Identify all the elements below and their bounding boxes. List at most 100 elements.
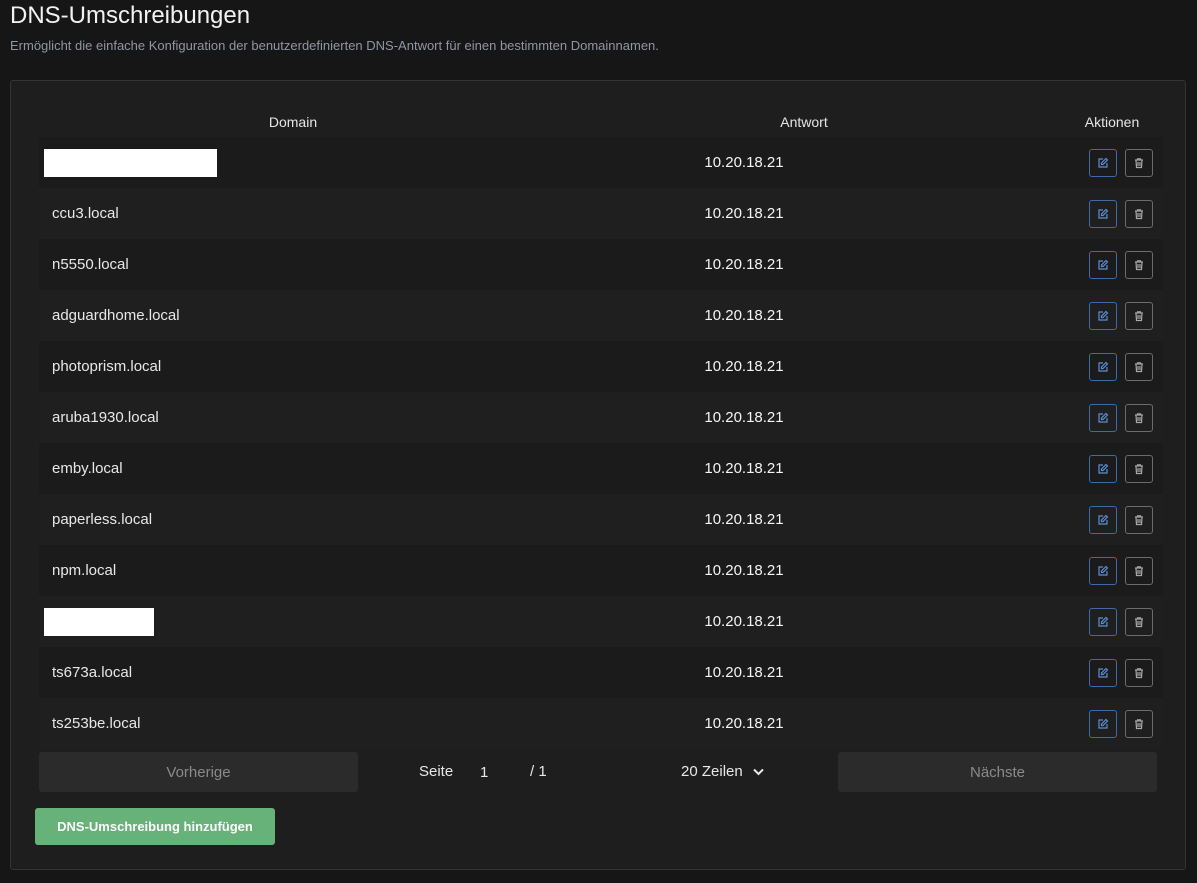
answer-cell: 10.20.18.21	[704, 562, 784, 579]
answer-cell: 10.20.18.21	[704, 715, 784, 732]
edit-button[interactable]	[1089, 607, 1117, 636]
redacted-domain	[44, 607, 154, 636]
actions-cell	[1061, 352, 1163, 381]
answer-cell: 10.20.18.21	[704, 613, 784, 630]
edit-button[interactable]	[1089, 556, 1117, 585]
table-row: 10.20.18.21	[39, 137, 1163, 188]
delete-button[interactable]	[1125, 250, 1153, 279]
delete-button[interactable]	[1125, 454, 1153, 483]
domain-text: adguardhome.local	[52, 307, 180, 324]
page-title: DNS-Umschreibungen	[10, 2, 251, 29]
edit-button[interactable]	[1089, 148, 1117, 177]
actions-cell	[1061, 199, 1163, 228]
actions-cell	[1061, 658, 1163, 687]
trash-icon	[1135, 412, 1143, 423]
actions-cell	[1061, 709, 1163, 738]
table-row: paperless.local 10.20.18.21	[39, 494, 1163, 545]
domain-text: ts253be.local	[52, 715, 141, 732]
delete-button[interactable]	[1125, 556, 1153, 585]
delete-button[interactable]	[1125, 709, 1153, 738]
trash-icon	[1135, 361, 1143, 372]
domain-cell	[39, 137, 547, 188]
table-header: Domain Antwort Aktionen	[39, 107, 1163, 137]
edit-button[interactable]	[1089, 709, 1117, 738]
domain-text: n5550.local	[52, 256, 129, 273]
edit-button[interactable]	[1089, 658, 1117, 687]
domain-cell: photoprism.local	[39, 341, 547, 392]
edit-button[interactable]	[1089, 199, 1117, 228]
page-number-input[interactable]	[462, 755, 522, 789]
rows-per-page-select[interactable]: 20 Zeilen	[681, 763, 764, 780]
trash-icon	[1135, 667, 1143, 678]
edit-button[interactable]	[1089, 505, 1117, 534]
trash-icon	[1135, 565, 1143, 576]
delete-button[interactable]	[1125, 199, 1153, 228]
page-subtitle: Ermöglicht die einfache Konfiguration de…	[10, 38, 659, 53]
previous-page-button[interactable]: Vorherige	[39, 752, 358, 792]
next-page-button[interactable]: Nächste	[838, 752, 1157, 792]
answer-cell: 10.20.18.21	[704, 307, 784, 324]
edit-button[interactable]	[1089, 403, 1117, 432]
trash-icon	[1135, 208, 1143, 219]
delete-button[interactable]	[1125, 505, 1153, 534]
column-header-answer[interactable]: Antwort	[547, 114, 1061, 130]
edit-icon	[1098, 616, 1109, 627]
domain-cell: ts253be.local	[39, 698, 547, 749]
table-body: 10.20.18.21 ccu3.local 10.20.18.21 n5550.lo…	[39, 137, 1163, 749]
domain-cell: npm.local	[39, 545, 547, 596]
table-row: 10.20.18.21	[39, 596, 1163, 647]
domain-text: ts673a.local	[52, 664, 133, 681]
page-total: / 1	[530, 763, 547, 780]
delete-button[interactable]	[1125, 148, 1153, 177]
domain-text: aruba1930.local	[52, 409, 159, 426]
edit-icon	[1098, 157, 1109, 168]
trash-icon	[1135, 718, 1143, 729]
edit-button[interactable]	[1089, 301, 1117, 330]
rows-per-page-value: 20 Zeilen	[681, 763, 743, 780]
column-header-domain[interactable]: Domain	[39, 114, 547, 130]
domain-cell: adguardhome.local	[39, 290, 547, 341]
table-row: adguardhome.local 10.20.18.21	[39, 290, 1163, 341]
answer-cell: 10.20.18.21	[704, 511, 784, 528]
edit-button[interactable]	[1089, 352, 1117, 381]
edit-button[interactable]	[1089, 454, 1117, 483]
delete-button[interactable]	[1125, 352, 1153, 381]
table-row: photoprism.local 10.20.18.21	[39, 341, 1163, 392]
actions-cell	[1061, 454, 1163, 483]
domain-cell: paperless.local	[39, 494, 547, 545]
domain-text: ccu3.local	[52, 205, 119, 222]
edit-icon	[1098, 310, 1109, 321]
delete-button[interactable]	[1125, 607, 1153, 636]
delete-button[interactable]	[1125, 403, 1153, 432]
trash-icon	[1135, 514, 1143, 525]
table-row: emby.local 10.20.18.21	[39, 443, 1163, 494]
domain-cell: emby.local	[39, 443, 547, 494]
actions-cell	[1061, 607, 1163, 636]
table-row: n5550.local 10.20.18.21	[39, 239, 1163, 290]
answer-cell: 10.20.18.21	[704, 664, 784, 681]
delete-button[interactable]	[1125, 301, 1153, 330]
answer-cell: 10.20.18.21	[704, 358, 784, 375]
domain-cell: ts673a.local	[39, 647, 547, 698]
domain-cell: ccu3.local	[39, 188, 547, 239]
actions-cell	[1061, 301, 1163, 330]
delete-button[interactable]	[1125, 658, 1153, 687]
table-row: aruba1930.local 10.20.18.21	[39, 392, 1163, 443]
edit-icon	[1098, 208, 1109, 219]
chevron-down-icon	[753, 768, 764, 775]
column-header-actions: Aktionen	[1084, 114, 1140, 130]
domain-cell	[39, 596, 547, 647]
page-label: Seite	[419, 763, 454, 780]
table-row: ts673a.local 10.20.18.21	[39, 647, 1163, 698]
trash-icon	[1135, 616, 1143, 627]
edit-icon	[1098, 361, 1109, 372]
redacted-domain	[44, 148, 217, 177]
edit-button[interactable]	[1089, 250, 1117, 279]
actions-cell	[1061, 403, 1163, 432]
edit-icon	[1098, 514, 1109, 525]
actions-cell	[1061, 505, 1163, 534]
trash-icon	[1135, 157, 1143, 168]
actions-cell	[1061, 250, 1163, 279]
add-dns-rewrite-button[interactable]: DNS-Umschreibung hinzufügen	[35, 808, 275, 845]
domain-text: emby.local	[52, 460, 123, 477]
